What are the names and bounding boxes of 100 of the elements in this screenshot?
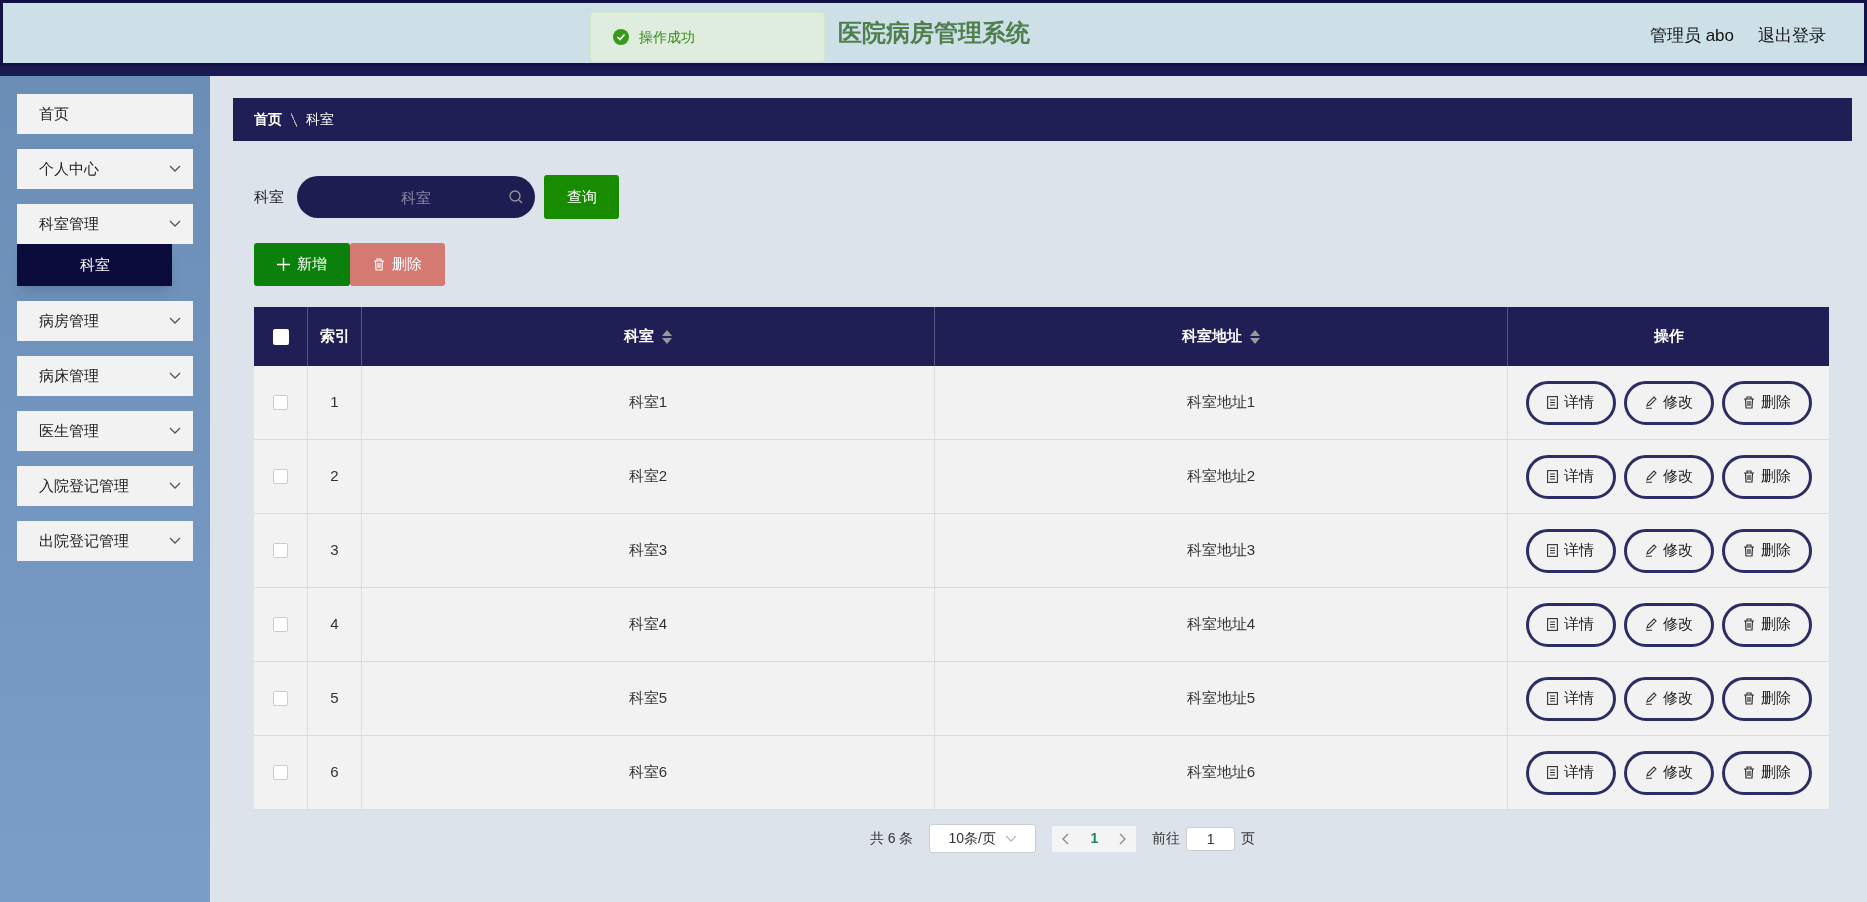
app-title: 医院病房管理系统 (837, 18, 1030, 48)
document-icon (1547, 692, 1558, 705)
chevron-down-icon (169, 427, 181, 435)
table-cell-text: 科室地址3 (1186, 540, 1256, 561)
table-cell-text: 5 (330, 688, 339, 709)
row-action-button[interactable]: 删除 (1721, 676, 1812, 721)
document-icon (1547, 618, 1558, 631)
trash-icon (1742, 766, 1755, 779)
row-action-button[interactable]: 详情 (1525, 602, 1616, 647)
row-action-button[interactable]: 删除 (1721, 750, 1812, 795)
search-label: 科室 (254, 186, 284, 207)
user-name: 管理员 abo (1649, 25, 1734, 47)
trash-icon (1742, 618, 1755, 631)
table-cell-text: 3 (330, 540, 339, 561)
goto-suffix: 页 (1241, 829, 1256, 848)
row-action-button[interactable]: 详情 (1525, 528, 1616, 573)
chevron-down-icon (169, 372, 181, 380)
sidebar-item[interactable]: 医生管理 (17, 411, 193, 451)
row-action-button[interactable]: 修改 (1623, 602, 1714, 647)
pencil-icon (1644, 470, 1657, 483)
trash-icon (1742, 470, 1755, 483)
row-action-button[interactable]: 详情 (1525, 454, 1616, 499)
sidebar-item[interactable]: 入院登记管理 (17, 466, 193, 506)
breadcrumb-item: 科室 (306, 110, 334, 129)
row-action-button[interactable]: 修改 (1623, 454, 1714, 499)
chevron-down-icon (169, 537, 181, 545)
page-number[interactable]: 1 (1090, 828, 1099, 849)
pencil-icon (1644, 692, 1657, 705)
row-action-button[interactable]: 修改 (1623, 380, 1714, 425)
row-checkbox[interactable] (273, 469, 288, 484)
column-header[interactable]: 科室 (624, 325, 654, 348)
row-checkbox[interactable] (273, 617, 288, 632)
add-button[interactable]: 新增 (254, 243, 350, 286)
trash-icon (1742, 544, 1755, 557)
row-action-button[interactable]: 修改 (1623, 676, 1714, 721)
row-checkbox[interactable] (273, 765, 288, 780)
column-header: 索引 (319, 326, 350, 347)
chevron-down-icon (169, 482, 181, 490)
table-cell-text: 科室地址4 (1186, 614, 1256, 635)
trash-icon (373, 258, 385, 271)
row-action-button[interactable]: 删除 (1721, 602, 1812, 647)
row-checkbox[interactable] (273, 543, 288, 558)
plus-icon (277, 258, 290, 271)
sidebar-item[interactable]: 科室管理 (17, 204, 193, 244)
search-field[interactable]: 科室 (297, 176, 535, 218)
page-size-select[interactable]: 10条/页 (929, 824, 1037, 853)
table-cell-text: 科室地址6 (1186, 762, 1256, 783)
chevron-down-icon (1005, 834, 1018, 843)
document-icon (1547, 766, 1558, 779)
sidebar-item[interactable]: 个人中心 (17, 149, 193, 189)
table-cell-text: 2 (330, 466, 339, 487)
table-cell-text: 4 (330, 614, 339, 635)
chevron-down-icon (169, 317, 181, 325)
row-action-button[interactable]: 修改 (1623, 528, 1714, 573)
chevron-right-icon[interactable] (1118, 832, 1127, 845)
column-header[interactable]: 科室地址 (1182, 325, 1242, 348)
column-header: 操作 (1653, 326, 1684, 347)
chevron-down-icon (169, 220, 181, 228)
row-action-button[interactable]: 删除 (1721, 380, 1812, 425)
row-action-button[interactable]: 详情 (1525, 380, 1616, 425)
table-cell-text: 科室6 (628, 762, 668, 783)
search-icon (509, 190, 523, 204)
goto-page-field[interactable]: 1 (1186, 826, 1236, 851)
trash-icon (1742, 396, 1755, 409)
sidebar-item[interactable]: 病房管理 (17, 301, 193, 341)
sidebar-item[interactable]: 病床管理 (17, 356, 193, 396)
total-count: 共 6 条 (869, 829, 914, 848)
document-icon (1547, 396, 1558, 409)
submenu-item[interactable]: 科室 (17, 244, 172, 286)
table-cell-text: 科室2 (628, 466, 668, 487)
goto-label: 前往 (1152, 829, 1181, 848)
pencil-icon (1644, 766, 1657, 779)
pencil-icon (1644, 618, 1657, 631)
row-action-button[interactable]: 删除 (1721, 454, 1812, 499)
row-action-button[interactable]: 删除 (1721, 528, 1812, 573)
row-action-button[interactable]: 详情 (1525, 676, 1616, 721)
table-cell-text: 科室地址5 (1186, 688, 1256, 709)
row-action-button[interactable]: 修改 (1623, 750, 1714, 795)
table-cell-text: 科室1 (628, 392, 668, 413)
table-cell-text: 科室5 (628, 688, 668, 709)
table-cell-text: 科室地址1 (1186, 392, 1256, 413)
select-all-checkbox[interactable] (272, 328, 289, 345)
row-action-button[interactable]: 详情 (1525, 750, 1616, 795)
sidebar-item[interactable]: 首页 (17, 94, 193, 134)
table-cell-text: 科室4 (628, 614, 668, 635)
table-cell-text: 科室3 (628, 540, 668, 561)
pencil-icon (1644, 396, 1657, 409)
sidebar-item[interactable]: 出院登记管理 (17, 521, 193, 561)
row-checkbox[interactable] (273, 395, 288, 410)
chevron-left-icon[interactable] (1062, 832, 1071, 845)
search-button[interactable]: 查询 (544, 175, 619, 219)
row-checkbox[interactable] (273, 691, 288, 706)
chevron-down-icon (169, 165, 181, 173)
table-cell-text: 1 (330, 392, 339, 413)
breadcrumb-item[interactable]: 首页 (254, 109, 282, 130)
table-cell-text: 6 (330, 762, 339, 783)
check-circle-icon (613, 29, 629, 45)
logout-link[interactable]: 退出登录 (1758, 23, 1826, 49)
table-cell-text: 科室地址2 (1186, 466, 1256, 487)
toast-message: 操作成功 (639, 27, 695, 47)
